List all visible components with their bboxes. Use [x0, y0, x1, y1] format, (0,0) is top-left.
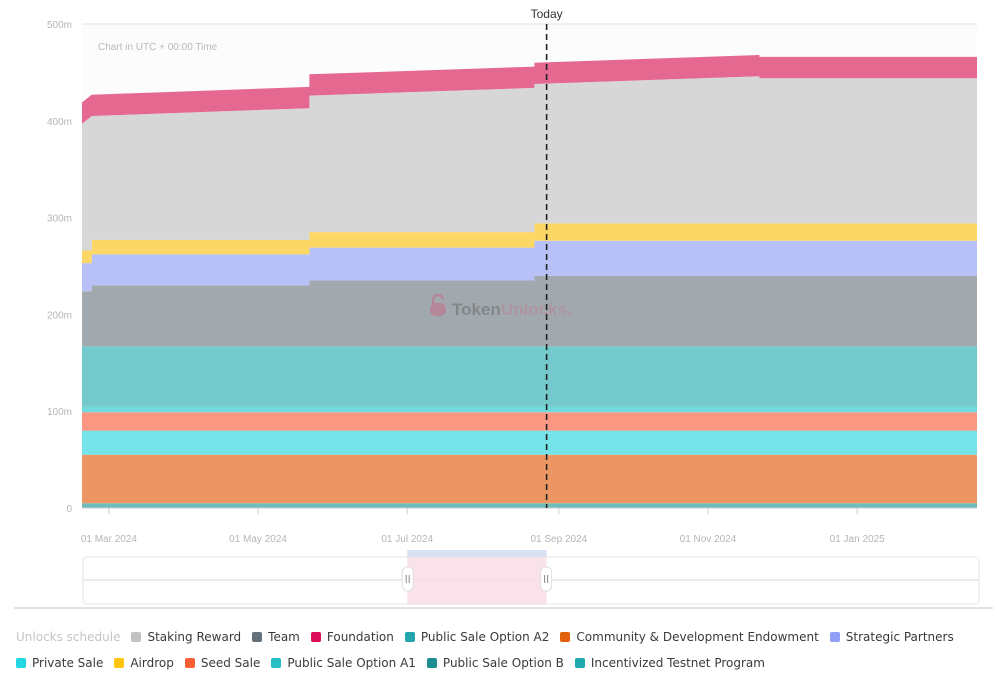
legend-divider [14, 607, 993, 609]
area-private-sale[interactable] [82, 430, 977, 455]
legend-label: Community & Development Endowment [576, 630, 819, 644]
unlocks-chart: 0 100m 200m 300m 400m 500m 01 Mar 2024 01 May … [47, 7, 980, 605]
legend-swatch [131, 632, 142, 642]
x-tick-label: 01 May 2024 [229, 534, 287, 545]
stacked-areas [82, 55, 977, 508]
range-navigator[interactable] [82, 550, 980, 605]
legend-row: Unlocks schedule Staking Reward Team Found… [16, 624, 986, 650]
legend-item-strategic-partners[interactable]: Strategic Partners [829, 630, 954, 644]
y-tick-label: 500m [47, 20, 72, 31]
legend-label: Incentivized Testnet Program [590, 656, 765, 670]
y-axis: 0 100m 200m 300m 400m 500m [47, 20, 72, 515]
legend-label: Public Sale Option A2 [420, 630, 550, 644]
legend-swatch [829, 632, 840, 642]
area-public-sale-option-a1[interactable] [82, 406, 977, 413]
legend-item-seed-sale[interactable]: Seed Sale [184, 656, 261, 670]
legend-title: Unlocks schedule [16, 630, 121, 644]
x-axis: 01 Mar 2024 01 May 2024 01 Jul 2024 01 Sep … [81, 507, 977, 545]
area-incentivized-testnet-program[interactable] [82, 503, 977, 508]
legend-swatch [574, 658, 585, 668]
today-label: Today [531, 7, 563, 21]
legend-item-staking-reward[interactable]: Staking Reward [131, 630, 241, 644]
area-public-sale-option-b[interactable] [82, 405, 977, 407]
svg-text:TokenUnlocks.: TokenUnlocks. [452, 300, 572, 319]
legend-swatch [16, 658, 26, 668]
legend-item-private-sale[interactable]: Private Sale [16, 656, 103, 670]
legend-item-public-sale-option-a1[interactable]: Public Sale Option A1 [271, 656, 416, 670]
y-tick-label: 0 [66, 504, 72, 515]
watermark-unlocks: Unlocks [501, 300, 567, 319]
x-tick-label: 01 Jan 2025 [830, 534, 885, 545]
legend-swatch [184, 658, 195, 668]
utc-note: Chart in UTC + 00:00 Time [98, 42, 218, 53]
legend-swatch [114, 658, 125, 668]
y-tick-label: 200m [47, 310, 72, 321]
legend-label: Public Sale Option A1 [287, 656, 416, 670]
watermark-dot: . [567, 300, 572, 319]
legend-item-community-development-endowment[interactable]: Community & Development Endowment [560, 630, 819, 644]
legend-label: Staking Reward [147, 630, 242, 644]
legend-item-airdrop[interactable]: Airdrop [114, 656, 174, 670]
x-tick-label: 01 Sep 2024 [530, 534, 587, 545]
y-tick-label: 300m [47, 214, 72, 225]
legend-label: Foundation [326, 630, 394, 644]
area-community-development-endowment[interactable] [82, 454, 977, 504]
legend-item-team[interactable]: Team [252, 630, 300, 644]
legend-item-foundation[interactable]: Foundation [310, 630, 394, 644]
navigator-handle-right[interactable] [540, 566, 553, 592]
navigator-selection[interactable] [407, 557, 547, 604]
legend-row: Private Sale Airdrop Seed Sale Public Sale … [16, 650, 986, 676]
y-tick-label: 400m [47, 117, 72, 128]
legend-item-incentivized-testnet-program[interactable]: Incentivized Testnet Program [574, 656, 765, 670]
legend-label: Team [268, 630, 300, 644]
area-seed-sale[interactable] [82, 412, 977, 431]
legend: Unlocks schedule Staking Reward Team Found… [16, 624, 986, 676]
legend-swatch [404, 632, 415, 642]
navigator-handle-left[interactable] [401, 566, 414, 592]
legend-swatch [271, 658, 282, 668]
legend-label: Private Sale [32, 656, 104, 670]
legend-label: Strategic Partners [845, 630, 954, 644]
navigator-scrollbar[interactable] [407, 550, 547, 557]
legend-swatch [310, 632, 321, 642]
legend-swatch [560, 632, 571, 642]
legend-swatch [426, 658, 437, 668]
legend-label: Seed Sale [200, 656, 261, 670]
legend-label: Public Sale Option B [442, 656, 564, 670]
y-tick-label: 100m [47, 407, 72, 418]
x-tick-label: 01 Mar 2024 [81, 534, 138, 545]
legend-item-public-sale-option-a2[interactable]: Public Sale Option A2 [404, 630, 550, 644]
legend-item-public-sale-option-b[interactable]: Public Sale Option B [426, 656, 564, 670]
legend-swatch [252, 632, 263, 642]
x-tick-label: 01 Nov 2024 [680, 534, 737, 545]
legend-label: Airdrop [130, 656, 174, 670]
area-public-sale-option-a2[interactable] [82, 346, 977, 406]
watermark-token: Token [452, 300, 501, 319]
x-tick-label: 01 Jul 2024 [381, 534, 433, 545]
